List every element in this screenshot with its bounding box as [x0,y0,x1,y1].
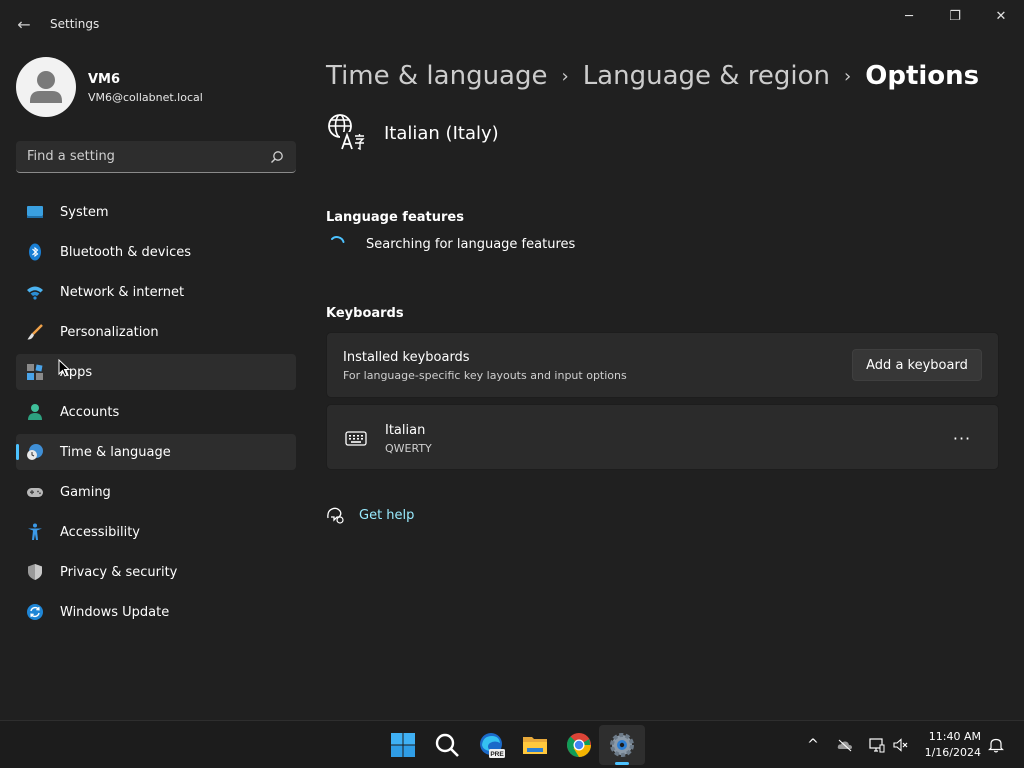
sidebar-item-label: Personalization [60,325,159,340]
close-icon: ✕ [995,8,1007,24]
keyboard-icon [345,431,367,446]
sidebar-item-label: Network & internet [60,285,185,300]
keyboard-list-item: Italian QWERTY ··· [326,404,999,470]
breadcrumb: Time & language › Language & region › Op… [326,58,979,94]
breadcrumb-time-language[interactable]: Time & language [326,61,547,91]
monitor-icon [27,206,43,218]
title-bar: ← Settings ─ ❐ ✕ [0,0,1024,48]
person-icon [28,404,42,420]
sidebar-item-system[interactable]: System [16,194,296,230]
sidebar-item-gaming[interactable]: Gaming [16,474,296,510]
sidebar-item-personalization[interactable]: Personalization [16,314,296,350]
sidebar-item-privacy[interactable]: Privacy & security [16,554,296,590]
breadcrumb-options: Options [865,61,980,91]
sidebar-item-label: Windows Update [60,605,170,620]
sidebar-item-label: Accounts [60,405,120,420]
chevron-right-icon: › [844,65,852,87]
installed-keyboards-subtitle: For language-specific key layouts and in… [343,369,627,382]
clock-date[interactable]: 1/16/2024 [925,746,981,759]
sidebar-item-windows-update[interactable]: Windows Update [16,594,296,630]
onedrive-icon[interactable] [837,737,853,753]
network-icon[interactable] [869,737,885,753]
volume-muted-icon[interactable] [893,737,909,753]
sidebar-item-label: Gaming [60,485,111,500]
globe-clock-icon [27,444,43,460]
sidebar-item-bluetooth[interactable]: Bluetooth & devices [16,234,296,270]
selection-indicator [16,444,19,460]
chevron-right-icon: › [561,65,569,87]
chevron-up-icon: ^ [807,737,819,753]
maximize-button[interactable]: ❐ [932,0,978,32]
sidebar-item-label: Bluetooth & devices [60,245,191,260]
keyboard-name: Italian [385,423,426,438]
sidebar-item-label: Time & language [60,445,171,460]
start-icon[interactable] [389,731,417,759]
notification-bell-icon[interactable] [988,737,1004,753]
installed-keyboards-card: Installed keyboards For language-specifi… [326,332,999,398]
loading-spinner-icon [331,236,345,243]
keyboards-heading: Keyboards [326,306,404,321]
installed-keyboards-title: Installed keyboards [343,350,470,365]
user-name: VM6 [88,72,121,87]
back-arrow-icon: ← [17,14,31,34]
search-icon[interactable] [433,731,461,759]
avatar[interactable] [16,57,76,117]
shield-icon [28,564,42,580]
language-features-status: Searching for language features [366,237,576,252]
bluetooth-icon [29,243,41,261]
language-title: Italian (Italy) [384,123,499,144]
sidebar-item-label: Accessibility [60,525,140,540]
sidebar-item-label: Privacy & security [60,565,178,580]
more-options-button[interactable]: ··· [946,425,978,451]
back-button[interactable]: ← [10,10,38,38]
search-input[interactable] [16,141,266,172]
edge-icon[interactable]: PRE [477,731,505,759]
sidebar-item-time-language[interactable]: Time & language [16,434,296,470]
sidebar-item-label: System [60,205,109,220]
file-explorer-icon[interactable] [521,731,549,759]
user-avatar-icon [30,71,62,103]
chrome-icon[interactable] [565,731,593,759]
minimize-icon: ─ [905,8,913,24]
wifi-icon [27,286,43,300]
gamepad-icon [27,488,43,497]
get-help-link[interactable]: Get help [359,508,414,523]
apps-icon [27,364,43,380]
restore-icon: ❐ [949,8,961,24]
accessibility-icon [28,523,42,540]
app-title: Settings [50,17,100,31]
active-app-indicator [615,762,629,765]
more-horizontal-icon: ··· [952,428,972,448]
breadcrumb-language-region[interactable]: Language & region [583,61,830,91]
taskbar: PRE ^ 11:40 AM 1/16/2024 [0,720,1024,768]
window-controls: ─ ❐ ✕ [886,0,1024,32]
brush-icon [27,324,43,340]
mouse-cursor-icon [58,359,70,377]
update-icon [27,604,43,620]
sidebar-item-accounts[interactable]: Accounts [16,394,296,430]
language-icon [328,114,365,151]
sidebar-nav: System Bluetooth & devices Network & int… [16,194,296,634]
pre-badge: PRE [490,751,504,758]
add-keyboard-button[interactable]: Add a keyboard [852,349,982,381]
sidebar-item-accessibility[interactable]: Accessibility [16,514,296,550]
keyboard-layout: QWERTY [385,442,432,455]
minimize-button[interactable]: ─ [886,0,932,32]
help-icon [327,507,344,524]
edge-logo-icon: PRE [480,733,505,758]
language-features-heading: Language features [326,210,464,225]
clock-time[interactable]: 11:40 AM [929,730,981,743]
close-button[interactable]: ✕ [978,0,1024,32]
sidebar-item-network[interactable]: Network & internet [16,274,296,310]
settings-icon[interactable] [608,731,636,759]
search-box [16,141,296,173]
search-icon[interactable] [270,150,284,164]
user-email: VM6@collabnet.local [88,91,203,104]
tray-overflow-button[interactable]: ^ [805,737,821,753]
